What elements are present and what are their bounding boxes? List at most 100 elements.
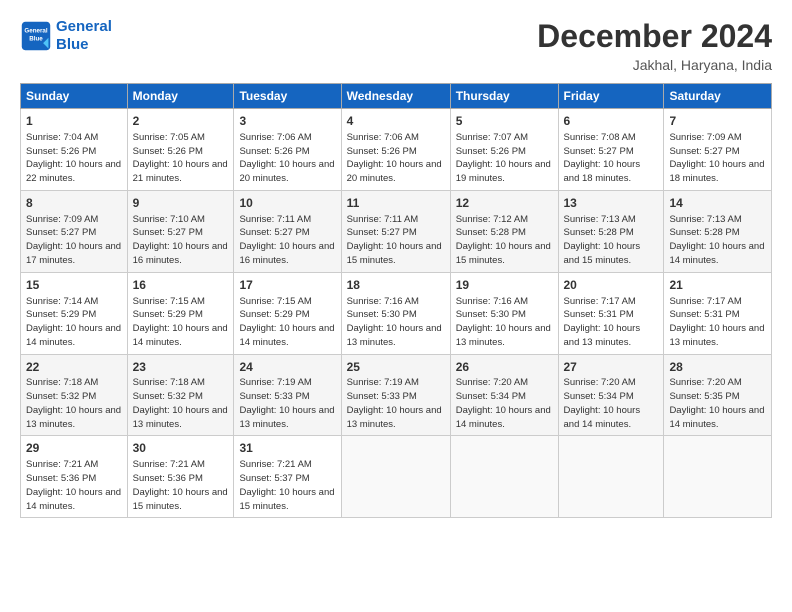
logo-text: General Blue (56, 18, 112, 54)
col-header-friday: Friday (558, 84, 664, 109)
day-info: Sunrise: 7:20 AM Sunset: 5:34 PM Dayligh… (456, 376, 553, 431)
header: General Blue General Blue December 2024 … (20, 18, 772, 73)
col-header-monday: Monday (127, 84, 234, 109)
day-number: 17 (239, 277, 335, 294)
table-row (341, 436, 450, 518)
day-number: 29 (26, 440, 122, 457)
table-row: 29Sunrise: 7:21 AM Sunset: 5:36 PM Dayli… (21, 436, 128, 518)
day-info: Sunrise: 7:20 AM Sunset: 5:34 PM Dayligh… (564, 376, 659, 431)
title-block: December 2024 Jakhal, Haryana, India (537, 18, 772, 73)
day-info: Sunrise: 7:13 AM Sunset: 5:28 PM Dayligh… (669, 213, 766, 268)
table-row: 2Sunrise: 7:05 AM Sunset: 5:26 PM Daylig… (127, 109, 234, 191)
table-row: 4Sunrise: 7:06 AM Sunset: 5:26 PM Daylig… (341, 109, 450, 191)
day-number: 14 (669, 195, 766, 212)
day-info: Sunrise: 7:09 AM Sunset: 5:27 PM Dayligh… (669, 131, 766, 186)
day-number: 21 (669, 277, 766, 294)
day-info: Sunrise: 7:06 AM Sunset: 5:26 PM Dayligh… (239, 131, 335, 186)
day-info: Sunrise: 7:11 AM Sunset: 5:27 PM Dayligh… (239, 213, 335, 268)
day-number: 12 (456, 195, 553, 212)
day-number: 16 (133, 277, 229, 294)
day-number: 24 (239, 359, 335, 376)
day-number: 18 (347, 277, 445, 294)
day-number: 15 (26, 277, 122, 294)
day-number: 11 (347, 195, 445, 212)
day-number: 27 (564, 359, 659, 376)
table-row: 26Sunrise: 7:20 AM Sunset: 5:34 PM Dayli… (450, 354, 558, 436)
day-info: Sunrise: 7:15 AM Sunset: 5:29 PM Dayligh… (239, 295, 335, 350)
day-info: Sunrise: 7:15 AM Sunset: 5:29 PM Dayligh… (133, 295, 229, 350)
day-number: 2 (133, 113, 229, 130)
table-row: 6Sunrise: 7:08 AM Sunset: 5:27 PM Daylig… (558, 109, 664, 191)
table-row: 1Sunrise: 7:04 AM Sunset: 5:26 PM Daylig… (21, 109, 128, 191)
svg-text:General: General (24, 27, 47, 34)
table-row: 21Sunrise: 7:17 AM Sunset: 5:31 PM Dayli… (664, 272, 772, 354)
day-info: Sunrise: 7:21 AM Sunset: 5:37 PM Dayligh… (239, 458, 335, 513)
table-row: 16Sunrise: 7:15 AM Sunset: 5:29 PM Dayli… (127, 272, 234, 354)
col-header-saturday: Saturday (664, 84, 772, 109)
table-row: 22Sunrise: 7:18 AM Sunset: 5:32 PM Dayli… (21, 354, 128, 436)
month-title: December 2024 (537, 18, 772, 55)
table-row: 13Sunrise: 7:13 AM Sunset: 5:28 PM Dayli… (558, 190, 664, 272)
day-number: 23 (133, 359, 229, 376)
day-number: 25 (347, 359, 445, 376)
table-row: 10Sunrise: 7:11 AM Sunset: 5:27 PM Dayli… (234, 190, 341, 272)
table-row: 8Sunrise: 7:09 AM Sunset: 5:27 PM Daylig… (21, 190, 128, 272)
table-row: 27Sunrise: 7:20 AM Sunset: 5:34 PM Dayli… (558, 354, 664, 436)
day-info: Sunrise: 7:11 AM Sunset: 5:27 PM Dayligh… (347, 213, 445, 268)
table-row: 11Sunrise: 7:11 AM Sunset: 5:27 PM Dayli… (341, 190, 450, 272)
table-row: 28Sunrise: 7:20 AM Sunset: 5:35 PM Dayli… (664, 354, 772, 436)
day-info: Sunrise: 7:05 AM Sunset: 5:26 PM Dayligh… (133, 131, 229, 186)
day-number: 28 (669, 359, 766, 376)
day-number: 8 (26, 195, 122, 212)
day-number: 4 (347, 113, 445, 130)
day-info: Sunrise: 7:10 AM Sunset: 5:27 PM Dayligh… (133, 213, 229, 268)
logo-icon: General Blue (20, 20, 52, 52)
day-number: 10 (239, 195, 335, 212)
day-number: 26 (456, 359, 553, 376)
table-row: 25Sunrise: 7:19 AM Sunset: 5:33 PM Dayli… (341, 354, 450, 436)
day-number: 20 (564, 277, 659, 294)
col-header-wednesday: Wednesday (341, 84, 450, 109)
col-header-thursday: Thursday (450, 84, 558, 109)
day-info: Sunrise: 7:06 AM Sunset: 5:26 PM Dayligh… (347, 131, 445, 186)
table-row: 15Sunrise: 7:14 AM Sunset: 5:29 PM Dayli… (21, 272, 128, 354)
calendar-table: SundayMondayTuesdayWednesdayThursdayFrid… (20, 83, 772, 518)
table-row: 5Sunrise: 7:07 AM Sunset: 5:26 PM Daylig… (450, 109, 558, 191)
day-number: 19 (456, 277, 553, 294)
day-info: Sunrise: 7:16 AM Sunset: 5:30 PM Dayligh… (456, 295, 553, 350)
table-row: 31Sunrise: 7:21 AM Sunset: 5:37 PM Dayli… (234, 436, 341, 518)
day-number: 13 (564, 195, 659, 212)
table-row: 23Sunrise: 7:18 AM Sunset: 5:32 PM Dayli… (127, 354, 234, 436)
day-info: Sunrise: 7:19 AM Sunset: 5:33 PM Dayligh… (347, 376, 445, 431)
day-info: Sunrise: 7:09 AM Sunset: 5:27 PM Dayligh… (26, 213, 122, 268)
day-info: Sunrise: 7:08 AM Sunset: 5:27 PM Dayligh… (564, 131, 659, 186)
table-row: 7Sunrise: 7:09 AM Sunset: 5:27 PM Daylig… (664, 109, 772, 191)
day-number: 6 (564, 113, 659, 130)
day-info: Sunrise: 7:17 AM Sunset: 5:31 PM Dayligh… (564, 295, 659, 350)
day-info: Sunrise: 7:19 AM Sunset: 5:33 PM Dayligh… (239, 376, 335, 431)
day-info: Sunrise: 7:20 AM Sunset: 5:35 PM Dayligh… (669, 376, 766, 431)
table-row: 20Sunrise: 7:17 AM Sunset: 5:31 PM Dayli… (558, 272, 664, 354)
table-row: 17Sunrise: 7:15 AM Sunset: 5:29 PM Dayli… (234, 272, 341, 354)
day-number: 5 (456, 113, 553, 130)
table-row: 19Sunrise: 7:16 AM Sunset: 5:30 PM Dayli… (450, 272, 558, 354)
table-row: 3Sunrise: 7:06 AM Sunset: 5:26 PM Daylig… (234, 109, 341, 191)
day-info: Sunrise: 7:13 AM Sunset: 5:28 PM Dayligh… (564, 213, 659, 268)
col-header-sunday: Sunday (21, 84, 128, 109)
day-number: 7 (669, 113, 766, 130)
day-info: Sunrise: 7:18 AM Sunset: 5:32 PM Dayligh… (133, 376, 229, 431)
day-info: Sunrise: 7:04 AM Sunset: 5:26 PM Dayligh… (26, 131, 122, 186)
day-info: Sunrise: 7:18 AM Sunset: 5:32 PM Dayligh… (26, 376, 122, 431)
day-number: 22 (26, 359, 122, 376)
day-number: 30 (133, 440, 229, 457)
table-row: 18Sunrise: 7:16 AM Sunset: 5:30 PM Dayli… (341, 272, 450, 354)
table-row (450, 436, 558, 518)
table-row (558, 436, 664, 518)
day-info: Sunrise: 7:21 AM Sunset: 5:36 PM Dayligh… (26, 458, 122, 513)
table-row: 9Sunrise: 7:10 AM Sunset: 5:27 PM Daylig… (127, 190, 234, 272)
page: General Blue General Blue December 2024 … (0, 0, 792, 612)
day-number: 3 (239, 113, 335, 130)
table-row: 14Sunrise: 7:13 AM Sunset: 5:28 PM Dayli… (664, 190, 772, 272)
day-info: Sunrise: 7:12 AM Sunset: 5:28 PM Dayligh… (456, 213, 553, 268)
day-info: Sunrise: 7:17 AM Sunset: 5:31 PM Dayligh… (669, 295, 766, 350)
